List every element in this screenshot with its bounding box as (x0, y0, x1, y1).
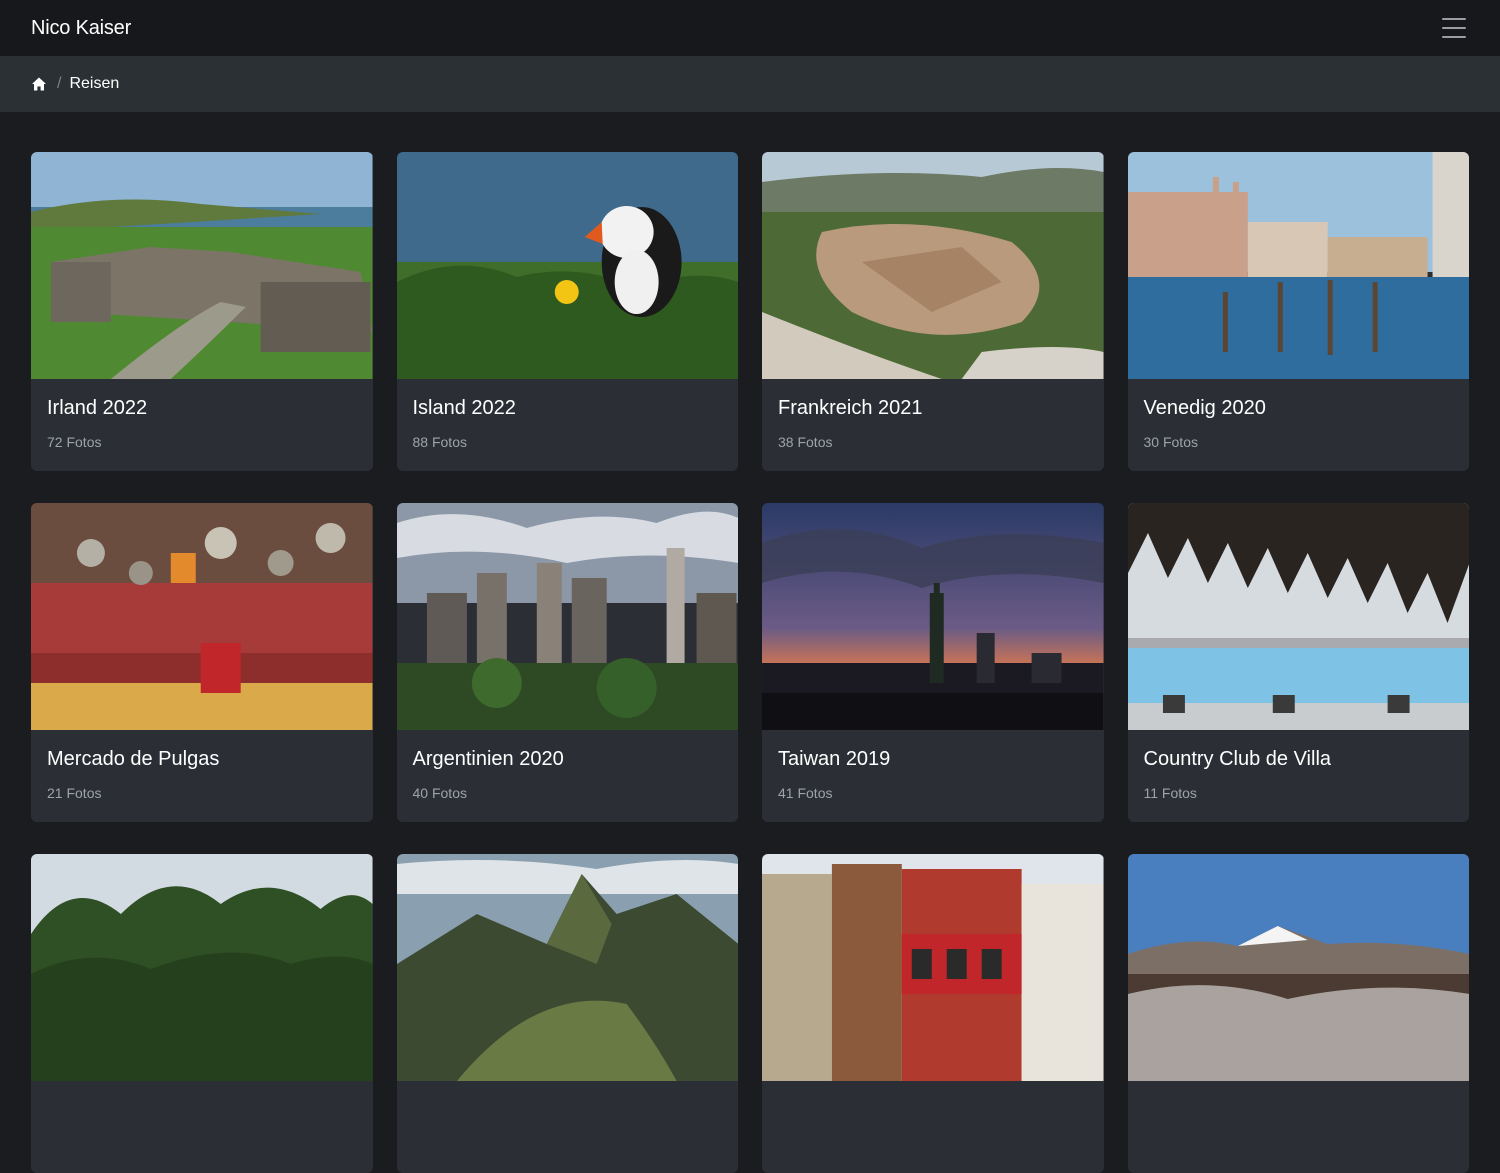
album-photo-count: 11 Fotos (1143, 785, 1197, 801)
album-title[interactable]: Argentinien 2020 (413, 746, 723, 772)
album-photo-count: 88 Fotos (412, 434, 467, 450)
album-thumbnail[interactable] (31, 152, 373, 379)
album-title[interactable]: Irland 2022 (47, 395, 357, 421)
breadcrumb-current: Reisen (69, 75, 120, 92)
album-thumbnail[interactable] (31, 854, 373, 1081)
album-title[interactable]: Venedig 2020 (1144, 395, 1454, 421)
album-card-country-club-de-villa[interactable]: Country Club de Villa 11 Fotos (1127, 503, 1469, 822)
hamburger-menu-icon[interactable] (1442, 18, 1466, 38)
album-card-venedig-2020[interactable]: Venedig 2020 30 Fotos (1127, 152, 1469, 471)
album-photo-count: 72 Fotos (47, 434, 102, 450)
album-card[interactable] (396, 854, 738, 1173)
home-icon[interactable] (31, 76, 47, 92)
album-photo-count: 41 Fotos (778, 785, 833, 801)
breadcrumb-separator: / (57, 75, 62, 92)
album-title[interactable]: Taiwan 2019 (778, 746, 1088, 772)
album-card-irland-2022[interactable]: Irland 2022 72 Fotos (31, 152, 373, 471)
album-thumbnail[interactable] (396, 503, 738, 730)
album-grid: Irland 2022 72 Fotos Island 2022 88 Foto… (31, 152, 1469, 1173)
album-thumbnail[interactable] (762, 152, 1104, 379)
brand-link[interactable]: Nico Kaiser (31, 17, 131, 40)
album-photo-count: 40 Fotos (412, 785, 467, 801)
album-title[interactable]: Frankreich 2021 (778, 395, 1088, 421)
album-photo-count: 21 Fotos (47, 785, 102, 801)
album-thumbnail[interactable] (1127, 152, 1469, 379)
album-thumbnail[interactable] (1127, 854, 1469, 1081)
album-card-island-2022[interactable]: Island 2022 88 Fotos (396, 152, 738, 471)
album-card[interactable] (31, 854, 373, 1173)
album-thumbnail[interactable] (31, 503, 373, 730)
album-title[interactable]: Island 2022 (413, 395, 723, 421)
album-card-taiwan-2019[interactable]: Taiwan 2019 41 Fotos (762, 503, 1104, 822)
breadcrumb: / Reisen (0, 56, 1500, 112)
album-card[interactable] (762, 854, 1104, 1173)
album-thumbnail[interactable] (396, 854, 738, 1081)
album-thumbnail[interactable] (762, 854, 1104, 1081)
album-card-mercado-de-pulgas[interactable]: Mercado de Pulgas 21 Fotos (31, 503, 373, 822)
album-thumbnail[interactable] (396, 152, 738, 379)
navbar: Nico Kaiser (0, 0, 1500, 56)
album-thumbnail[interactable] (762, 503, 1104, 730)
album-card-frankreich-2021[interactable]: Frankreich 2021 38 Fotos (762, 152, 1104, 471)
album-card-argentinien-2020[interactable]: Argentinien 2020 40 Fotos (396, 503, 738, 822)
album-thumbnail[interactable] (1127, 503, 1469, 730)
album-photo-count: 38 Fotos (778, 434, 833, 450)
album-title[interactable]: Country Club de Villa (1144, 746, 1454, 772)
album-title[interactable]: Mercado de Pulgas (47, 746, 357, 772)
album-photo-count: 30 Fotos (1143, 434, 1198, 450)
album-card[interactable] (1127, 854, 1469, 1173)
